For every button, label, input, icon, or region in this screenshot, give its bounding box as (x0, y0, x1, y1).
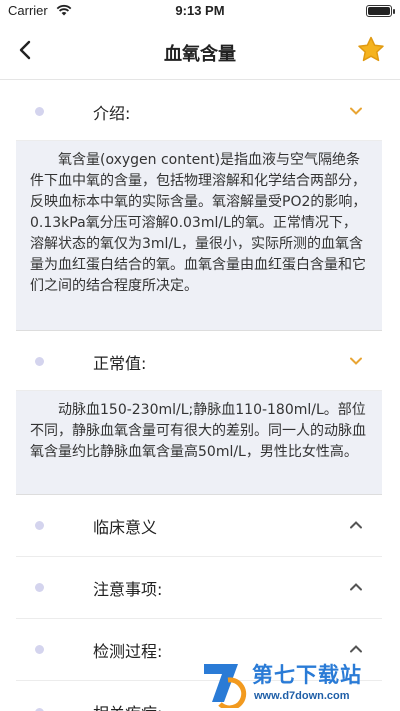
watermark: 第七下载站 www.d7down.com (198, 656, 398, 711)
watermark-title: 第七下载站 (252, 663, 362, 687)
section-label: 临床意义 (93, 518, 158, 537)
bullet-dot (35, 645, 44, 654)
section-label: 介绍: (93, 104, 131, 123)
section-header-clinical-significance[interactable]: 临床意义 (16, 495, 382, 557)
watermark-logo-icon (204, 664, 247, 708)
bullet-dot (35, 521, 44, 530)
section-header-intro[interactable]: 介绍: (16, 81, 382, 141)
status-bar: Carrier 9:13 PM (0, 0, 400, 22)
watermark-url: www.d7down.com (254, 690, 350, 702)
section-body-intro: 氧含量(oxygen content)是指血液与空气隔绝条件下血中氧的含量，包括… (16, 141, 382, 331)
clock: 9:13 PM (175, 3, 225, 18)
page-title: 血氧含量 (164, 44, 236, 65)
section-label: 检测过程: (93, 642, 163, 661)
section-header-normal-value[interactable]: 正常值: (16, 331, 382, 391)
navigation-bar: 血氧含量 (0, 22, 400, 80)
section-body-normal-value: 动脉血150-230ml/L;静脉血110-180ml/L。部位不同，静脉血氧含… (16, 391, 382, 495)
chevron-down-icon (350, 107, 362, 115)
chevron-up-icon (350, 645, 362, 653)
bullet-dot (35, 583, 44, 592)
battery-icon (366, 5, 395, 17)
chevron-up-icon (350, 521, 362, 529)
star-icon[interactable] (356, 35, 386, 65)
chevron-down-icon (350, 357, 362, 365)
section-header-precautions[interactable]: 注意事项: (16, 557, 382, 619)
detail-list: 介绍: 氧含量(oxygen content)是指血液与空气隔绝条件下血中氧的含… (16, 81, 382, 711)
bullet-dot (35, 107, 44, 116)
chevron-up-icon (350, 583, 362, 591)
bullet-dot (35, 357, 44, 366)
section-label: 注意事项: (93, 580, 163, 599)
section-label: 正常值: (93, 354, 147, 373)
section-label: 相关疾病: (93, 700, 162, 711)
